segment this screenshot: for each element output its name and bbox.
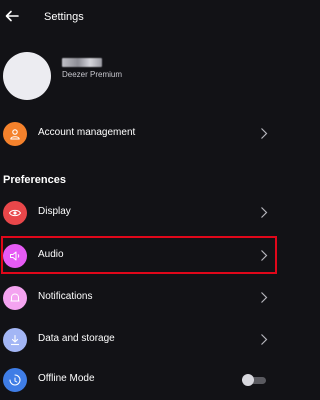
chevron-right-icon: [261, 334, 268, 345]
notifications-label: Notifications: [38, 291, 93, 302]
profile-name-redacted: [62, 58, 102, 67]
avatar[interactable]: [3, 52, 51, 100]
chevron-right-icon: [261, 128, 268, 139]
profile-plan: Deezer Premium: [62, 70, 123, 79]
chevron-right-icon: [261, 292, 268, 303]
profile-card[interactable]: Deezer Premium: [0, 42, 282, 110]
chevron-right-icon: [261, 207, 268, 218]
data-and-storage-label: Data and storage: [38, 333, 115, 344]
audio-highlight-box: [1, 236, 277, 274]
download-icon: [3, 328, 27, 352]
top-bar: Settings: [0, 0, 282, 36]
preferences-heading: Preferences: [3, 174, 66, 186]
arrow-left-icon: [5, 10, 19, 22]
sidebar-item-data-and-storage[interactable]: Data and storage: [0, 320, 282, 360]
toggle-knob: [242, 374, 254, 386]
offline-icon: [3, 368, 27, 392]
back-button[interactable]: [4, 8, 20, 24]
page-title: Settings: [44, 11, 84, 23]
offline-mode-label: Offline Mode: [38, 373, 95, 384]
account-management-row[interactable]: Account management: [0, 114, 282, 154]
display-label: Display: [38, 206, 71, 217]
sidebar-item-offline-mode[interactable]: Offline Mode: [0, 360, 282, 400]
user-icon: [3, 122, 27, 146]
offline-mode-toggle[interactable]: [242, 374, 268, 386]
account-management-label: Account management: [38, 127, 136, 138]
bell-icon: [3, 286, 27, 310]
sidebar-item-notifications[interactable]: Notifications: [0, 278, 282, 318]
eye-icon: [3, 201, 27, 225]
sidebar-item-display[interactable]: Display: [0, 193, 282, 233]
